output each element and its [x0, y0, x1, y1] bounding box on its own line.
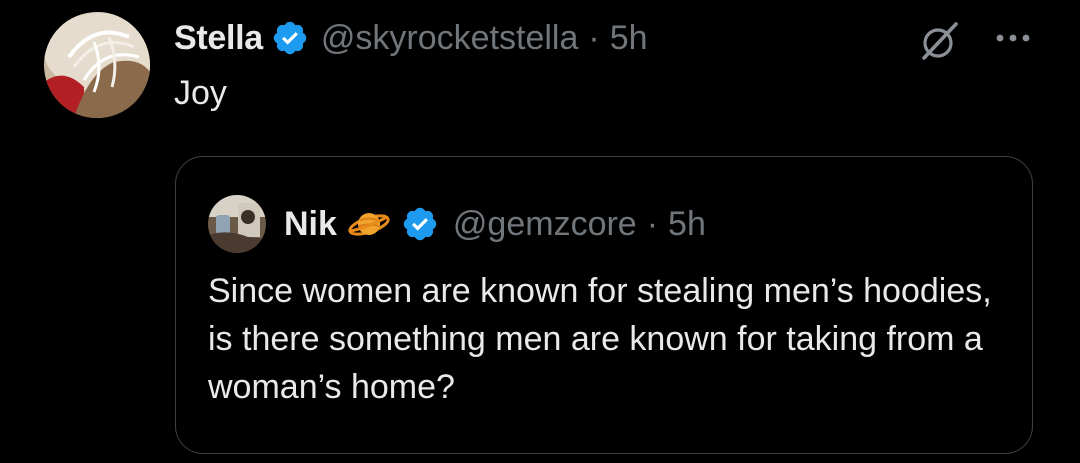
author-avatar[interactable] — [44, 12, 150, 118]
more-options-icon[interactable] — [992, 28, 1034, 48]
grok-icon[interactable] — [918, 20, 960, 62]
separator-dot: · — [588, 18, 600, 57]
quoted-author-handle[interactable]: @gemzcore — [453, 205, 637, 244]
verified-badge-icon[interactable] — [271, 19, 309, 57]
quoted-separator-dot: · — [646, 204, 659, 243]
quoted-verified-badge-icon[interactable] — [401, 205, 439, 243]
quoted-timestamp[interactable]: 5h — [668, 205, 706, 244]
quoted-author-avatar[interactable] — [208, 195, 266, 253]
timestamp[interactable]: 5h — [610, 19, 648, 58]
tweet[interactable]: Stella @skyrocketstella · 5h Joy Nik @ge… — [0, 0, 1080, 463]
quoted-tweet-text: Since women are known for stealing men’s… — [208, 272, 992, 406]
author-handle[interactable]: @skyrocketstella — [321, 19, 578, 58]
quoted-tweet[interactable]: Nik @gemzcore · 5h Since women are known… — [175, 156, 1033, 454]
quoted-author-display-name[interactable]: Nik — [284, 205, 337, 244]
author-display-name[interactable]: Stella — [174, 19, 263, 58]
tweet-header: Stella @skyrocketstella · 5h — [174, 14, 648, 62]
ringed-planet-icon — [347, 207, 391, 241]
quoted-tweet-header: Nik @gemzcore · 5h — [284, 197, 706, 251]
tweet-text: Joy — [174, 74, 227, 112]
